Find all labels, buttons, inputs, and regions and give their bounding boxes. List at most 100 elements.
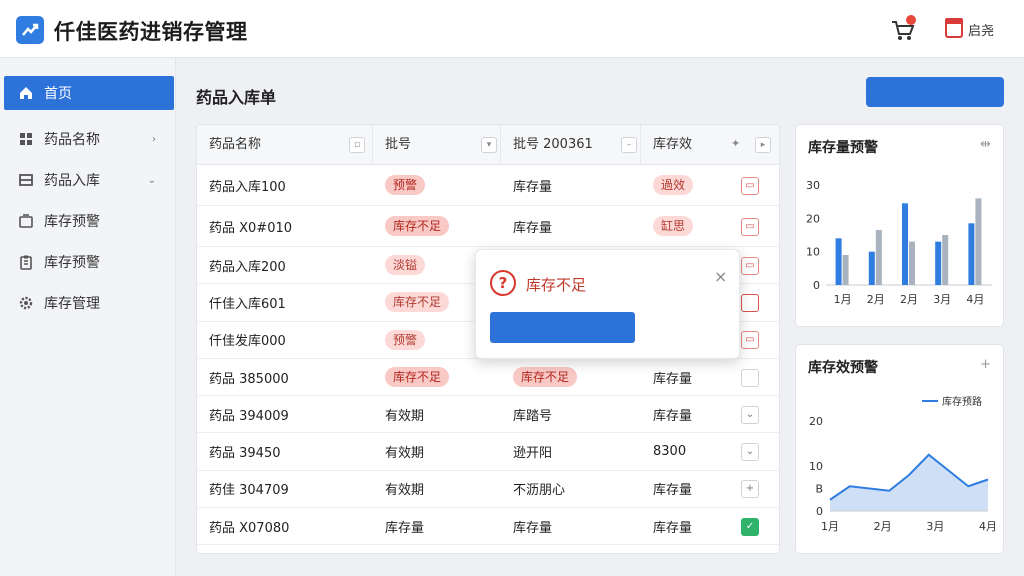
home-icon: [18, 85, 34, 101]
status-badge: 缸思: [653, 216, 694, 236]
column-header[interactable]: 药品名称: [197, 125, 373, 165]
bar: [968, 223, 975, 285]
cell-text: 库存量: [653, 408, 693, 424]
sidebar-item-label: 库存预警: [44, 255, 100, 271]
close-icon[interactable]: ×: [714, 267, 727, 286]
check-icon[interactable]: ✓: [741, 517, 759, 536]
x-tick-label: 2月: [900, 293, 918, 306]
chevron-down-icon[interactable]: ⌄: [741, 405, 759, 424]
gear-icon: [18, 295, 34, 311]
status-badge: 库存不足: [385, 292, 450, 313]
table-header: 药品名称 ▫ 批号 ▾ 批号 200361 – 库存效 ✦ ▸: [197, 125, 779, 165]
table-cell: 库存不足: [373, 359, 501, 395]
cell-text: 仟佳入库601: [209, 296, 286, 312]
filter-icon[interactable]: –: [621, 137, 637, 153]
row-action-icon[interactable]: [741, 368, 759, 387]
y-tick-label: 30: [806, 179, 820, 192]
bar: [875, 230, 882, 285]
card-title: 库存量预警: [808, 140, 878, 156]
dialog-confirm-button[interactable]: [490, 312, 635, 343]
grid-icon: [18, 131, 34, 147]
table-cell: 有效期: [373, 396, 501, 432]
page-title: 药品入库单: [196, 88, 277, 107]
bar: [942, 235, 949, 285]
status-badge: 预警: [385, 175, 426, 195]
table-cell: 仟佳发库000: [197, 322, 373, 358]
filter-icon[interactable]: ▫: [349, 137, 365, 153]
box-icon: [18, 213, 34, 229]
expiry-warning-card: 库存效预警 + 库存预路 0 B 10 20 1月 2月 3月 4月: [795, 344, 1004, 554]
y-tick-label: B: [815, 483, 823, 496]
user-name[interactable]: 启尧: [968, 20, 994, 39]
table-cell: 库存量: [501, 206, 641, 246]
table-cell: 库存量: [641, 508, 741, 544]
table-cell: 药品入库100: [197, 165, 373, 205]
table-cell: 药品 394009: [197, 396, 373, 432]
table-cell: 缸思: [641, 206, 741, 246]
more-icon[interactable]: ⇹: [980, 137, 991, 152]
table-cell: 药佳 304709: [197, 471, 373, 507]
row-action-icon[interactable]: ▭: [741, 176, 759, 195]
sidebar-item-stock-warning-2[interactable]: 库存预警: [4, 245, 174, 279]
table-row[interactable]: 药品 39450 有效期 逊开阳 8300 ⌄: [197, 434, 779, 471]
table-cell: 有效期: [373, 434, 501, 470]
table-row[interactable]: 药品 X07080 库存量 库存量 库存量 ✓: [197, 508, 779, 546]
x-tick-label: 2月: [874, 520, 892, 533]
table-cell: 過效: [641, 165, 741, 205]
cell-text: 库存量: [513, 220, 553, 236]
table-row[interactable]: 药佳 304709 有效期 不沥朋心 库存量 +: [197, 471, 779, 509]
question-icon: ?: [490, 270, 516, 296]
inbox-icon: [18, 172, 34, 188]
sidebar-item-drug-name[interactable]: 药品名称 ›: [4, 122, 174, 156]
bar-chart: 0 10 20 30 1月 2月 2月 3月 4月: [806, 179, 992, 306]
table-cell: 药品 39450: [197, 434, 373, 470]
row-action-icon[interactable]: ▭: [741, 217, 759, 236]
filter-icon[interactable]: ▾: [481, 137, 497, 153]
move-icon[interactable]: ✦: [731, 137, 740, 150]
table-row[interactable]: 药品 394009 有效期 库踏号 库存量 ⌄: [197, 396, 779, 434]
column-header[interactable]: 批号 200361: [501, 125, 641, 165]
cell-text: 库存量: [513, 520, 553, 536]
legend-label: 库存预路: [942, 395, 982, 408]
table-row[interactable]: 药品 X0#010 库存不足 库存量 缸思 ▭: [197, 206, 779, 247]
add-icon[interactable]: +: [980, 357, 991, 372]
table-cell: 药品 X0#010: [197, 206, 373, 246]
cell-text: 药品 X0#010: [209, 220, 293, 236]
row-action-icon[interactable]: [741, 293, 759, 312]
sidebar-item-label: 药品入库: [44, 173, 100, 189]
cell-text: 有效期: [385, 446, 425, 462]
table-cell: 库存量: [501, 165, 641, 205]
table-row[interactable]: 药品 385000 库存不足 库存不足 库存量: [197, 359, 779, 397]
line-chart: 库存预路 0 B 10 20 1月 2月 3月 4月: [809, 395, 997, 533]
app-header: 仟佳医药进销存管理 启尧: [0, 0, 1024, 58]
clipboard-icon: [18, 254, 34, 270]
filter-icon[interactable]: ▸: [755, 137, 771, 153]
dialog-title: 库存不足: [526, 276, 587, 294]
table-row[interactable]: 药品入库100 预警 库存量 過效 ▭: [197, 165, 779, 206]
chevron-down-icon[interactable]: ⌄: [741, 443, 759, 462]
row-action-icon[interactable]: ▭: [741, 331, 759, 350]
primary-action-button[interactable]: [866, 77, 1004, 107]
table-cell: 预警: [373, 165, 501, 205]
sidebar-item-stock-warning[interactable]: 库存预警: [4, 204, 174, 238]
y-tick-label: 10: [806, 246, 820, 259]
cell-text: 库存量: [385, 520, 425, 536]
x-tick-label: 1月: [834, 293, 852, 306]
cell-text: 库存量: [653, 483, 693, 499]
expand-icon[interactable]: +: [741, 480, 759, 499]
calendar-icon[interactable]: [945, 18, 963, 38]
notification-badge: [906, 15, 916, 25]
cell-text: 药品入库200: [209, 259, 286, 275]
stock-warning-card: 库存量预警 ⇹ 0 10 20 30 1月 2月 2月 3月 4月: [795, 124, 1004, 327]
bar: [835, 238, 842, 285]
table-cell: 药品 X07080: [197, 508, 373, 544]
x-tick-label: 3月: [933, 293, 951, 306]
table-cell: 药品 385000: [197, 359, 373, 395]
status-badge: 库存不足: [385, 367, 450, 388]
cell-text: 逊开阳: [513, 446, 553, 462]
sidebar-item-drug-inbound[interactable]: 药品入库 ⌄: [4, 163, 174, 197]
sidebar-item-home[interactable]: 首页: [4, 76, 174, 110]
sidebar-item-stock-management[interactable]: 库存管理: [4, 286, 174, 320]
x-tick-label: 3月: [926, 520, 944, 533]
row-action-icon[interactable]: ▭: [741, 256, 759, 275]
